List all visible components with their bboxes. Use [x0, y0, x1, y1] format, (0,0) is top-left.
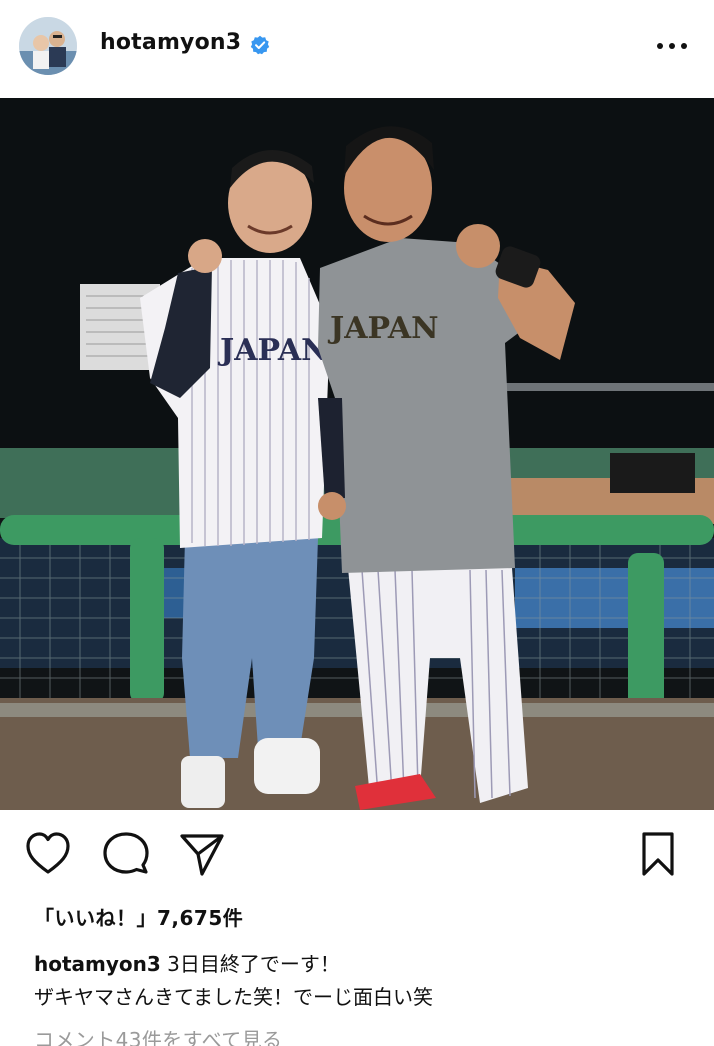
verified-badge-icon [250, 35, 270, 55]
caption-text-line-1: 3日目終了でーす！ [167, 952, 340, 976]
caption-username[interactable]: hotamyon3 [34, 952, 161, 976]
instagram-post: hotamyon3 JAPAN JAPAN 「いいね！」7,675件 hotam… [0, 0, 714, 1046]
comment-icon[interactable] [102, 830, 150, 880]
post-caption: hotamyon3 3日目終了でーす！ ザキヤマさんきてました笑！でーじ面白い笑 [34, 948, 694, 1014]
likes-count[interactable]: 「いいね！」7,675件 [34, 902, 243, 931]
jersey-text-left: JAPAN [217, 333, 329, 368]
photo-illustration: JAPAN JAPAN [0, 98, 714, 810]
avatar[interactable] [19, 17, 77, 75]
caption-text-line-2: ザキヤマさんきてました笑！でーじ面白い笑 [34, 985, 433, 1009]
more-options-icon[interactable] [652, 34, 692, 58]
heart-icon[interactable] [24, 830, 72, 880]
paper-plane-icon[interactable] [178, 830, 226, 880]
post-header: hotamyon3 [0, 0, 714, 98]
jersey-text-right: JAPAN [327, 311, 439, 346]
post-photo[interactable]: JAPAN JAPAN [0, 98, 714, 810]
bookmark-icon[interactable] [634, 830, 682, 880]
action-bar [0, 830, 714, 886]
post-username[interactable]: hotamyon3 [100, 30, 241, 55]
caption-line-1: hotamyon3 3日目終了でーす！ [34, 948, 694, 981]
view-all-comments-link[interactable]: コメント43件をすべて見る [34, 1024, 282, 1046]
